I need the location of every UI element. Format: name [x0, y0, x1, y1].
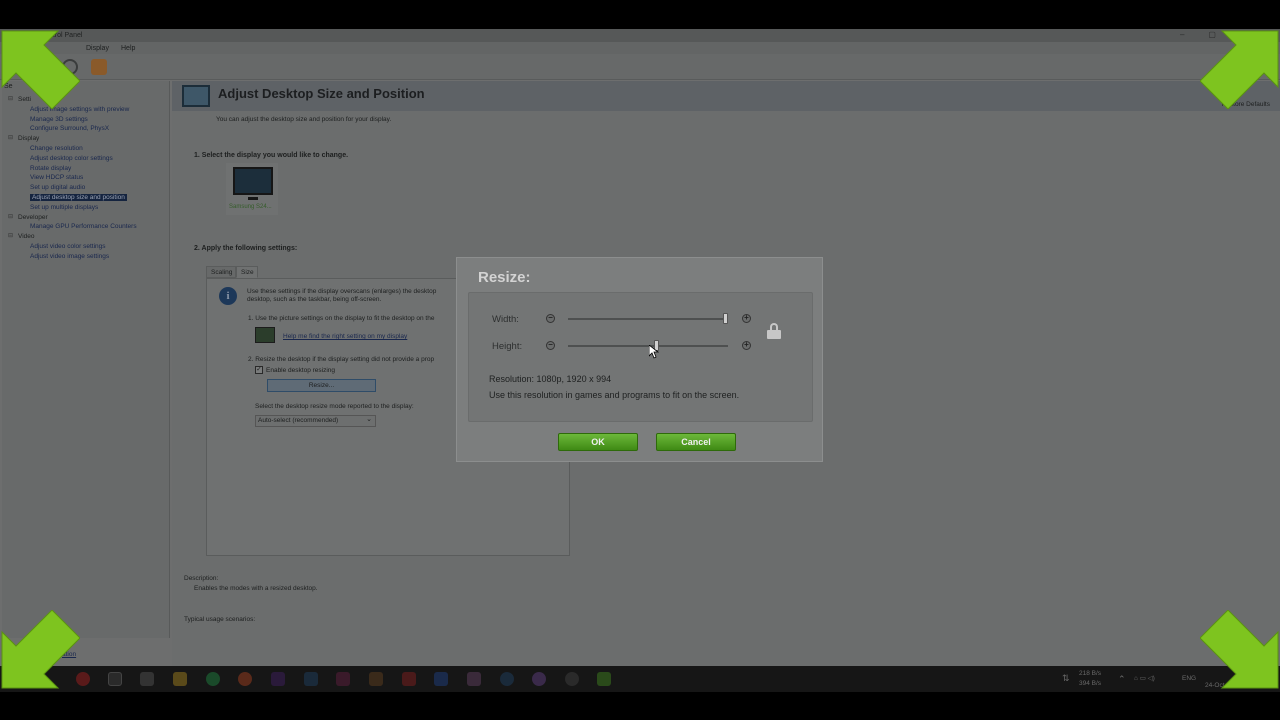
sidebar-item[interactable]: Manage 3D settings — [4, 115, 137, 125]
info-icon: i — [219, 287, 237, 305]
sidebar-category[interactable]: Display — [4, 134, 137, 144]
sidebar-tree: SettiAdjust image settings with previewM… — [4, 95, 137, 262]
resize-button[interactable]: Resize... — [267, 379, 376, 392]
description-body: Enables the modes with a resized desktop… — [194, 585, 318, 592]
powerpoint-icon[interactable] — [238, 672, 252, 686]
step1-heading: 1. Select the display you would like to … — [194, 152, 349, 159]
sidebar: Se SettiAdjust image settings with previ… — [2, 81, 170, 638]
toolbar — [0, 54, 1280, 80]
height-increase-icon[interactable]: + — [742, 341, 751, 350]
premiere-icon[interactable] — [271, 672, 285, 686]
sidebar-item[interactable]: Adjust desktop size and position — [4, 193, 137, 203]
resolution-hint: Use this resolution in games and program… — [489, 390, 740, 400]
bullet-1: 1. Use the picture settings on the displ… — [248, 315, 435, 322]
enable-resizing-checkbox[interactable]: ✓ — [255, 366, 263, 374]
indesign-icon[interactable] — [336, 672, 350, 686]
terminal-icon[interactable] — [108, 672, 122, 686]
sidebar-item[interactable]: Change resolution — [4, 144, 137, 154]
sidebar-item[interactable]: Set up digital audio — [4, 183, 137, 193]
info-text-1: Use these settings if the display oversc… — [247, 288, 437, 295]
resize-mode-select[interactable]: Auto-select (recommended) — [255, 415, 376, 427]
display-settings-icon — [182, 85, 210, 107]
lock-icon[interactable] — [767, 323, 781, 339]
sidebar-item[interactable]: Adjust video image settings — [4, 252, 137, 262]
height-decrease-icon[interactable]: − — [546, 341, 555, 350]
net-upload: 218 B/s — [1079, 670, 1102, 677]
ok-button[interactable]: OK — [558, 433, 638, 451]
media-icon[interactable] — [402, 672, 416, 686]
width-increase-icon[interactable]: + — [742, 314, 751, 323]
taskbar: ⇅ 218 B/s 394 B/s ⌃ ⌂ ▭ ◁) ENG 24-Oct-20 — [0, 666, 1280, 692]
info-text-2: desktop, such as the taskbar, being off-… — [247, 296, 382, 303]
messenger-icon[interactable] — [532, 672, 546, 686]
sidebar-category[interactable]: Developer — [4, 213, 137, 223]
tray-icons[interactable]: ⌂ ▭ ◁) — [1134, 674, 1155, 682]
display-name: Samsung S24... — [229, 204, 272, 210]
nvidia-icon[interactable] — [597, 672, 611, 686]
width-slider-track[interactable] — [568, 318, 728, 320]
sidebar-item[interactable]: Adjust video color settings — [4, 242, 137, 252]
sidebar-item[interactable]: View HDCP status — [4, 173, 137, 183]
display-tile[interactable]: Samsung S24... — [226, 163, 278, 215]
height-label: Height: — [492, 341, 523, 352]
monitor-icon — [233, 167, 273, 200]
net-download: 394 B/s — [1079, 680, 1102, 687]
sidebar-item[interactable]: Manage GPU Performance Counters — [4, 222, 137, 232]
corner-arrow-icon — [1, 610, 80, 689]
step2-heading: 2. Apply the following settings: — [194, 245, 298, 252]
menu-help[interactable]: Help — [121, 45, 135, 52]
menu-bar: Display Help — [0, 42, 1280, 54]
sidebar-category[interactable]: Video — [4, 232, 137, 242]
sidebar-item[interactable]: Adjust desktop color settings — [4, 154, 137, 164]
page-title: Adjust Desktop Size and Position — [218, 86, 425, 101]
resize-mode-label: Select the desktop resize mode reported … — [255, 403, 414, 410]
network-tool-icon[interactable] — [140, 672, 154, 686]
steam-icon[interactable] — [500, 672, 514, 686]
usage-heading: Typical usage scenarios: — [184, 616, 256, 623]
home-icon[interactable] — [91, 59, 107, 75]
menu-display[interactable]: Display — [86, 45, 109, 52]
illustrator-icon[interactable] — [369, 672, 383, 686]
language-indicator[interactable]: ENG — [1182, 675, 1196, 682]
folder-icon[interactable] — [173, 672, 187, 686]
width-slider-handle[interactable] — [722, 313, 728, 324]
width-decrease-icon[interactable]: − — [546, 314, 555, 323]
page-subtitle: You can adjust the desktop size and posi… — [216, 116, 392, 123]
tab-scaling[interactable]: Scaling — [206, 266, 236, 278]
paint-icon[interactable] — [467, 672, 481, 686]
corner-arrow-icon — [1, 30, 80, 109]
sidebar-item[interactable]: Rotate display — [4, 164, 137, 174]
photoshop-icon[interactable] — [304, 672, 318, 686]
cancel-button[interactable]: Cancel — [656, 433, 736, 451]
corner-arrow-icon — [1200, 610, 1279, 689]
tab-size[interactable]: Size — [236, 266, 258, 278]
updown-icon: ⇅ — [1062, 673, 1070, 683]
picture-settings-icon — [255, 327, 275, 343]
header-band: Adjust Desktop Size and Position Restore… — [172, 81, 1280, 111]
corner-arrow-icon — [1200, 30, 1279, 109]
tray-chevron-icon[interactable]: ⌃ — [1118, 674, 1126, 685]
clock-app-icon[interactable] — [565, 672, 579, 686]
enable-resizing-label: Enable desktop resizing — [266, 367, 336, 374]
sidebar-item[interactable]: Configure Surround, PhysX — [4, 124, 137, 134]
help-link[interactable]: Help me find the right setting on my dis… — [283, 333, 407, 340]
title-bar: Control Panel –▢ — [0, 29, 1280, 42]
dialog-title: Resize: — [478, 269, 531, 286]
whatsapp-icon[interactable] — [206, 672, 220, 686]
sidebar-item[interactable]: Set up multiple displays — [4, 203, 137, 213]
width-label: Width: — [492, 314, 519, 325]
bullet-2: 2. Resize the desktop if the display set… — [248, 356, 435, 363]
height-slider-track[interactable] — [568, 345, 728, 347]
dialog-inner-panel: Width: − + Height: − + Resolution: 1080p… — [468, 292, 813, 422]
resize-dialog: Resize: Width: − + Height: − + Resolutio… — [456, 257, 823, 462]
resolution-text: Resolution: 1080p, 1920 x 994 — [489, 374, 612, 384]
description-heading: Description: — [184, 575, 219, 582]
word-icon[interactable] — [434, 672, 448, 686]
